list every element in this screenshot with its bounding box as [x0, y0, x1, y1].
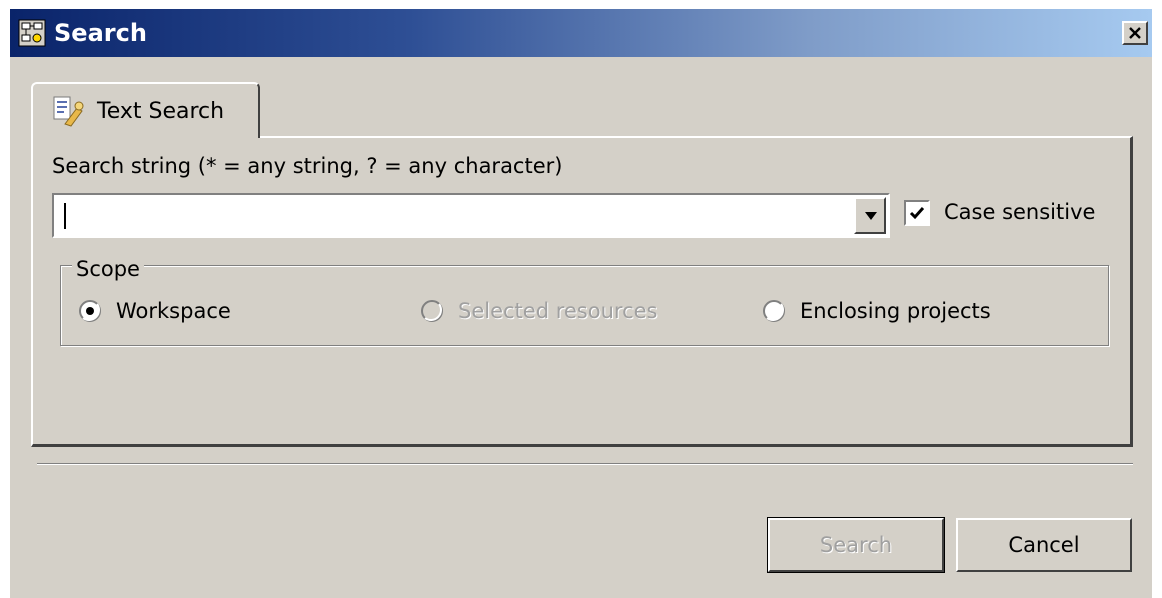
case-sensitive-checkbox[interactable] [904, 200, 930, 226]
cancel-button[interactable]: Cancel [956, 518, 1132, 572]
radio-selected-resources-label: Selected resources [458, 299, 658, 323]
close-button[interactable] [1122, 21, 1148, 45]
search-dropdown-button[interactable] [854, 197, 886, 234]
text-search-icon [53, 96, 84, 127]
search-button[interactable]: Search [767, 517, 945, 573]
tab-text-search[interactable]: Text Search [31, 82, 260, 138]
radio-workspace-label[interactable]: Workspace [116, 299, 231, 323]
chevron-down-icon [865, 212, 877, 220]
scope-label: Scope [72, 256, 144, 282]
radio-enclosing-projects-label[interactable]: Enclosing projects [800, 299, 991, 323]
title-bar[interactable]: Search [10, 9, 1152, 57]
radio-workspace[interactable] [78, 299, 102, 323]
text-caret [64, 203, 66, 229]
tab-label: Text Search [97, 99, 225, 124]
radio-selected-resources [421, 300, 443, 322]
case-sensitive-label[interactable]: Case sensitive [944, 200, 1095, 224]
radio-enclosing-projects[interactable] [762, 299, 786, 323]
search-string-label: Search string (* = any string, ? = any c… [52, 154, 563, 178]
window-title: Search [54, 19, 147, 47]
separator-highlight [37, 464, 1133, 465]
search-dialog-icon [18, 19, 46, 47]
search-combo[interactable] [52, 193, 890, 238]
search-input[interactable] [60, 201, 840, 229]
close-icon [1129, 27, 1141, 39]
checkmark-icon [909, 207, 925, 220]
